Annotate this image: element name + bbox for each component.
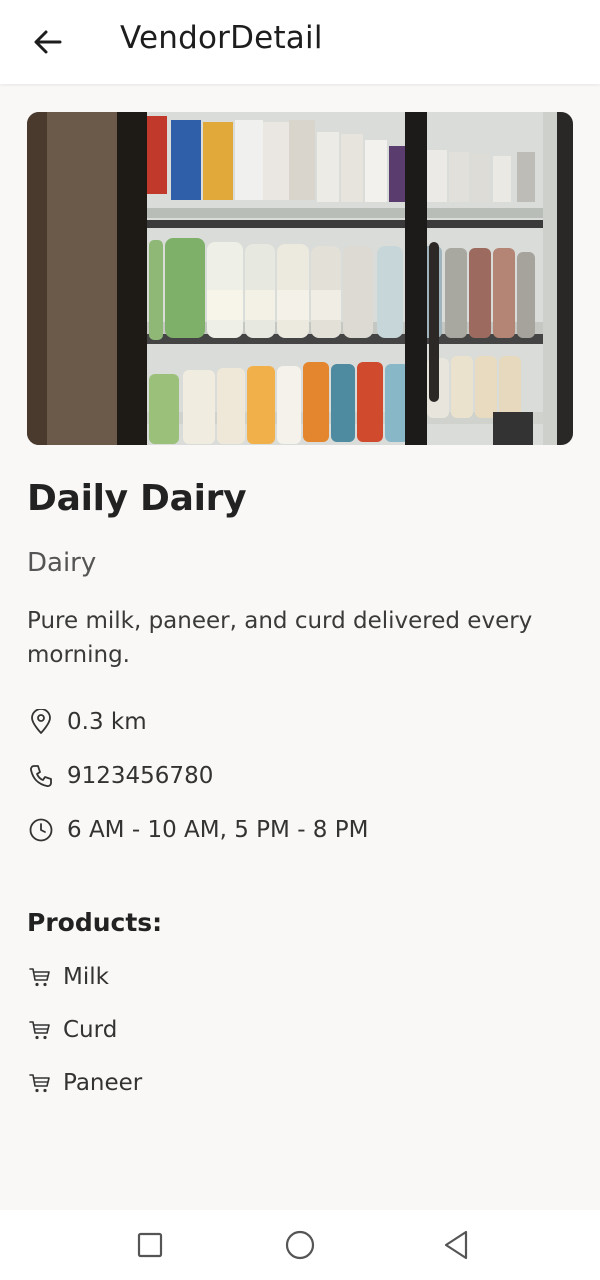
app-bar: VendorDetail	[0, 0, 600, 84]
back-button[interactable]	[28, 22, 68, 62]
vendor-name: Daily Dairy	[27, 478, 247, 519]
distance-row: 0.3 km	[27, 705, 147, 739]
products-heading: Products:	[27, 908, 163, 937]
product-item: Curd	[27, 1015, 117, 1045]
home-button[interactable]	[282, 1227, 318, 1263]
vendor-detail-screen: VendorDetail Daily Dairy Dairy Pure milk…	[0, 0, 600, 1280]
system-back-button[interactable]	[438, 1227, 474, 1263]
phone-text[interactable]: 9123456780	[67, 763, 213, 789]
circle-icon	[285, 1230, 315, 1260]
cart-icon	[27, 1070, 53, 1096]
recents-button[interactable]	[132, 1227, 168, 1263]
product-label: Curd	[63, 1017, 118, 1043]
location-pin-icon	[27, 708, 55, 736]
clock-icon	[27, 816, 55, 844]
distance-text: 0.3 km	[67, 709, 147, 735]
vendor-image	[27, 112, 573, 445]
system-nav-bar	[0, 1210, 600, 1280]
cart-icon	[27, 1017, 53, 1043]
page-title: VendorDetail	[120, 20, 323, 56]
vendor-description: Pure milk, paneer, and curd delivered ev…	[27, 608, 533, 668]
arrow-left-icon	[34, 30, 62, 54]
phone-icon	[27, 762, 55, 790]
product-label: Paneer	[63, 1070, 143, 1096]
triangle-back-icon	[444, 1230, 468, 1260]
product-label: Milk	[63, 964, 109, 990]
vendor-photo	[27, 112, 573, 445]
product-item: Milk	[27, 962, 109, 992]
phone-row[interactable]: 9123456780	[27, 759, 213, 793]
cart-icon	[27, 964, 53, 990]
hours-text: 6 AM - 10 AM, 5 PM - 8 PM	[67, 817, 369, 843]
vendor-category: Dairy	[27, 548, 97, 578]
square-icon	[137, 1232, 163, 1258]
hours-row: 6 AM - 10 AM, 5 PM - 8 PM	[27, 813, 368, 847]
product-item: Paneer	[27, 1068, 142, 1098]
